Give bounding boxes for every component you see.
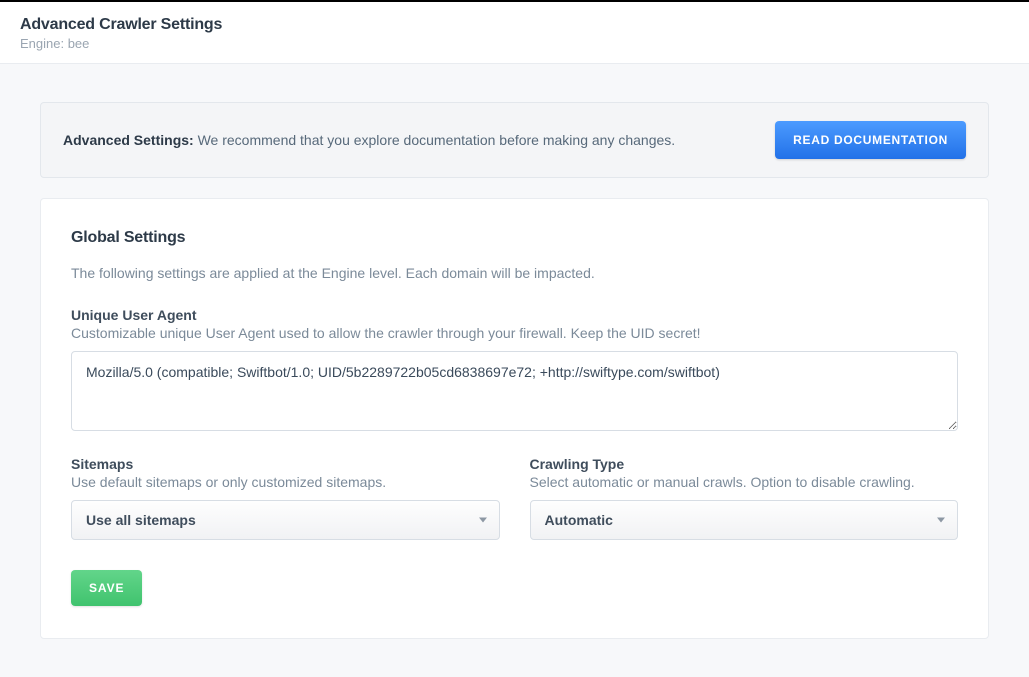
user-agent-label: Unique User Agent	[71, 307, 958, 323]
read-documentation-button[interactable]: READ DOCUMENTATION	[775, 121, 966, 159]
crawling-type-label: Crawling Type	[530, 456, 959, 472]
crawling-type-select[interactable]: Automatic	[530, 500, 959, 540]
banner-message: We recommend that you explore documentat…	[194, 132, 675, 148]
select-row: Sitemaps Use default sitemaps or only cu…	[71, 456, 958, 540]
info-banner: Advanced Settings: We recommend that you…	[40, 102, 989, 178]
global-settings-card: Global Settings The following settings a…	[40, 198, 989, 639]
card-description: The following settings are applied at th…	[71, 265, 958, 281]
card-title: Global Settings	[71, 229, 958, 247]
content-area: Advanced Settings: We recommend that you…	[0, 64, 1029, 677]
sitemaps-selected-value: Use all sitemaps	[86, 512, 196, 528]
sitemaps-field: Sitemaps Use default sitemaps or only cu…	[71, 456, 500, 540]
sitemaps-help: Use default sitemaps or only customized …	[71, 474, 500, 490]
save-button[interactable]: SAVE	[71, 570, 142, 606]
user-agent-help: Customizable unique User Agent used to a…	[71, 325, 958, 341]
sitemaps-label: Sitemaps	[71, 456, 500, 472]
banner-strong: Advanced Settings:	[63, 132, 194, 148]
crawling-type-selected-value: Automatic	[545, 512, 613, 528]
banner-text: Advanced Settings: We recommend that you…	[63, 132, 675, 148]
page-title: Advanced Crawler Settings	[20, 16, 1009, 34]
crawling-type-help: Select automatic or manual crawls. Optio…	[530, 474, 959, 490]
engine-label: Engine: bee	[20, 36, 1009, 51]
sitemaps-select[interactable]: Use all sitemaps	[71, 500, 500, 540]
user-agent-textarea[interactable]	[71, 351, 958, 431]
crawling-type-field: Crawling Type Select automatic or manual…	[530, 456, 959, 540]
chevron-down-icon	[937, 518, 945, 523]
user-agent-field: Unique User Agent Customizable unique Us…	[71, 307, 958, 434]
chevron-down-icon	[479, 518, 487, 523]
page-header: Advanced Crawler Settings Engine: bee	[0, 2, 1029, 64]
